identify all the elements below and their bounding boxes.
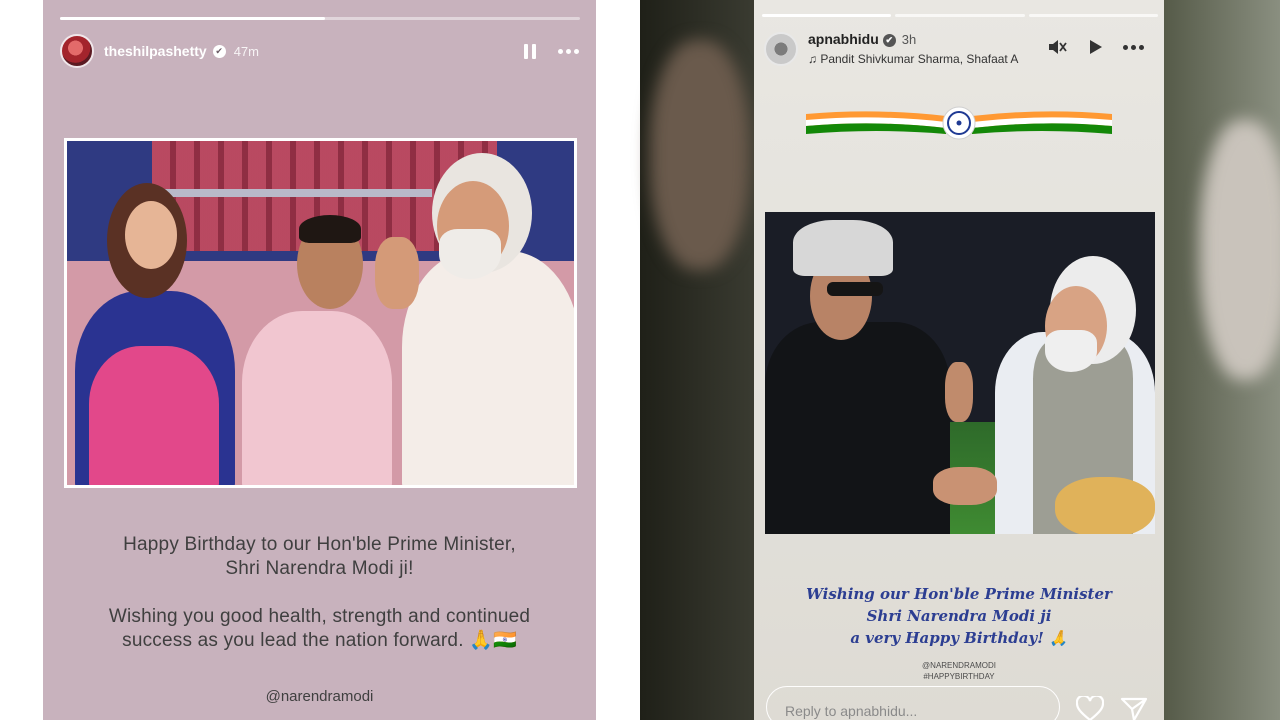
story-photo — [765, 212, 1155, 534]
reply-bar[interactable] — [766, 686, 1060, 720]
story-card-left[interactable]: theshilpashetty ✔ 47m Happy Birthday to … — [43, 0, 596, 720]
pause-icon[interactable] — [524, 43, 536, 59]
post-time: 3h — [901, 32, 917, 47]
verified-badge-icon: ✔ — [212, 44, 226, 58]
caption-line-1: Happy Birthday to our Hon'ble Prime Mini… — [123, 534, 516, 555]
mute-icon[interactable] — [1047, 38, 1067, 56]
verified-badge-icon: ✔ — [882, 34, 896, 47]
caption-line-3: Wishing you good health, strength and co… — [108, 606, 531, 627]
story-tags: @NARENDRAMODI #HAPPYBIRTHDAY — [754, 660, 1164, 682]
story-progress-bar — [60, 17, 580, 20]
hashtag[interactable]: #HAPPYBIRTHDAY — [754, 671, 1164, 682]
username[interactable]: apnabhidu — [808, 31, 879, 47]
story-photo — [64, 138, 577, 488]
story-caption: Happy Birthday to our Hon'ble Prime Mini… — [83, 533, 556, 677]
wish-line-1: Wishing our Hon'ble Prime Minister — [806, 585, 1112, 603]
username[interactable]: theshilpashetty — [104, 43, 207, 59]
username-row: apnabhidu ✔ 3h — [808, 31, 916, 47]
story-header: theshilpashetty ✔ 47m — [60, 33, 579, 69]
story-header: apnabhidu ✔ 3h ♫ Pandit Shivkumar Sharma, … — [764, 30, 1154, 70]
wish-caption: Wishing our Hon'ble Prime Minister Shri … — [754, 583, 1164, 649]
story-progress-fill — [60, 17, 326, 20]
progress-segment — [895, 14, 1025, 17]
progress-segment — [762, 14, 892, 17]
play-icon[interactable] — [1087, 39, 1103, 55]
wish-line-3: a very Happy Birthday! 🙏 — [850, 629, 1068, 647]
mention-tag[interactable]: @NARENDRAMODI — [754, 660, 1164, 671]
more-options-icon[interactable] — [558, 48, 579, 54]
caption-line-2: Shri Narendra Modi ji! — [225, 558, 414, 579]
send-direct-icon[interactable] — [1120, 696, 1148, 720]
music-label[interactable]: ♫ Pandit Shivkumar Sharma, Shafaat A — [808, 52, 1018, 66]
story-card-right[interactable]: apnabhidu ✔ 3h ♫ Pandit Shivkumar Sharma, … — [754, 0, 1164, 720]
reply-input[interactable] — [785, 703, 1045, 719]
mention-link[interactable]: @narendramodi — [43, 688, 596, 705]
wish-line-2: Shri Narendra Modi ji — [866, 607, 1052, 625]
story-progress-bar — [762, 14, 1158, 17]
avatar[interactable] — [60, 34, 94, 68]
indian-flag-ribbon-icon — [806, 106, 1112, 140]
avatar[interactable] — [764, 32, 798, 66]
more-options-icon[interactable] — [1123, 44, 1144, 50]
progress-segment — [1028, 14, 1158, 17]
like-heart-icon[interactable] — [1076, 696, 1104, 720]
caption-line-4: success as you lead the nation forward. … — [122, 630, 517, 651]
post-time: 47m — [233, 43, 259, 59]
